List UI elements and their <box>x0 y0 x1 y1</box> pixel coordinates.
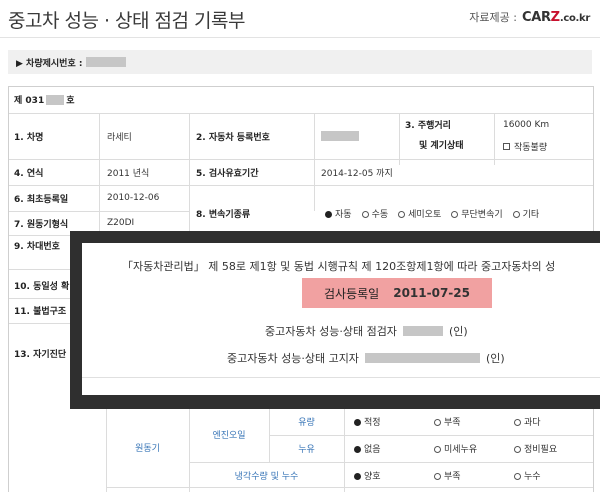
inspector-line: 중고자동차 성능·상태 점검자 (인) <box>265 323 468 339</box>
inspection-date-label: 검사등록일 <box>324 286 380 301</box>
page-title: 중고차 성능 · 상태 점검 기록부 <box>8 10 246 32</box>
radio-icon[interactable] <box>514 446 521 453</box>
radio-icon[interactable] <box>434 472 441 480</box>
vin-redacted <box>86 57 127 67</box>
notifier-line: 중고자동차 성능·상태 고지자 (인) <box>227 350 505 366</box>
oil-leak-opt-1[interactable]: 없음 <box>354 442 424 455</box>
divider <box>9 159 593 160</box>
engine-oil-label: 엔진오일 <box>212 431 246 441</box>
transmission-option-manual[interactable]: 수동 <box>361 207 388 220</box>
year-value: 2011 년식 <box>107 168 150 179</box>
record-redacted <box>46 94 65 105</box>
coolant-opt-2[interactable]: 부족 <box>434 469 504 482</box>
oil-level-opt-2[interactable]: 부족 <box>434 415 504 428</box>
illegal-structure-label: 11. 불법구조 <box>14 306 67 317</box>
transmission-option-other[interactable]: 기타 <box>512 207 539 220</box>
inspection-date-value: 2011-07-25 <box>393 286 470 300</box>
oil-leak-opt-3[interactable]: 정비필요 <box>514 442 557 455</box>
radio-icon[interactable] <box>398 210 406 218</box>
oil-level-options: 적정 부족 과다 <box>354 409 551 433</box>
mileage-label-1: 3. 주행거리 <box>405 120 451 131</box>
first-reg-label: 6. 최초등록일 <box>14 194 69 205</box>
overlay-divider <box>82 377 600 378</box>
transmission-option-cvt[interactable]: 무단변속기 <box>451 207 503 220</box>
signature-panel: 「자동차관리법」 제 58로 제1항 및 동법 시행규칙 제 120조항제1항에… <box>82 243 600 395</box>
oil-leak-options: 없음 미세누유 정비필요 <box>354 436 567 461</box>
header-divider <box>0 37 600 38</box>
radio-icon[interactable] <box>361 210 369 218</box>
record-number: 제 031 호 <box>14 94 75 106</box>
inspector-redacted <box>402 326 443 336</box>
vin-label: ▶ 차량제시번호 : <box>16 58 83 69</box>
car-name-value: 라세티 <box>107 132 132 143</box>
checkbox-icon[interactable] <box>503 142 510 150</box>
divider <box>314 113 315 211</box>
oil-leak-opt-2[interactable]: 미세누유 <box>434 442 504 455</box>
inspection-date-box: 검사등록일 2011-07-25 <box>302 278 492 308</box>
notifier-redacted <box>364 353 480 363</box>
transmission-option-semi[interactable]: 세미오토 <box>398 207 441 220</box>
reg-no-label: 2. 자동차 등록번호 <box>196 132 270 143</box>
carz-logo[interactable]: CARZ.co.kr <box>522 10 590 25</box>
malfunction-checkbox[interactable]: 작동불량 <box>503 139 547 153</box>
self-diagnosis-label: 13. 자기진단 <box>14 349 67 360</box>
oil-level-label: 유량 <box>298 417 315 428</box>
engine-section-label: 원동기 <box>135 443 160 454</box>
engine-type-label: 7. 원동기형식 <box>14 219 69 230</box>
car-name-label: 1. 차명 <box>14 132 44 143</box>
oil-level-opt-1[interactable]: 적정 <box>354 415 424 428</box>
divider <box>9 298 79 299</box>
identity-label: 10. 동일성 확 <box>14 281 70 292</box>
validity-value: 2014-12-05 까지 <box>321 168 393 179</box>
chassis-label: 9. 차대번호 <box>14 241 60 252</box>
radio-icon[interactable] <box>514 472 521 480</box>
transmission-options: 자동 수동 세미오토 무단변속기 기타 <box>325 191 549 235</box>
transmission-label: 8. 변속기종류 <box>196 209 251 220</box>
oil-leak-label: 누유 <box>298 445 315 455</box>
divider <box>344 407 345 492</box>
reg-no-redacted <box>321 131 359 141</box>
divider <box>399 113 400 165</box>
divider <box>9 113 593 114</box>
source-credit: 자료제공 : CARZ.co.kr <box>469 9 590 25</box>
reg-no-value <box>321 113 359 159</box>
radio-selected-icon[interactable] <box>354 472 361 480</box>
first-reg-value: 2010-12-06 <box>107 193 160 203</box>
mileage-value: 16000 Km <box>503 120 550 130</box>
divider <box>494 113 495 165</box>
validity-label: 5. 검사유효기간 <box>196 168 259 179</box>
oil-level-opt-3[interactable]: 과다 <box>514 415 541 428</box>
radio-selected-icon[interactable] <box>354 418 361 426</box>
coolant-opt-3[interactable]: 누수 <box>514 469 541 482</box>
radio-icon[interactable] <box>514 418 521 426</box>
radio-icon[interactable] <box>434 446 441 453</box>
radio-icon[interactable] <box>512 210 520 218</box>
mileage-label-2: 및 계기상태 <box>419 140 464 151</box>
radio-icon[interactable] <box>434 418 441 426</box>
law-text: 「자동차관리법」 제 58로 제1항 및 동법 시행규칙 제 120조항제1항에… <box>122 260 556 273</box>
coolant-options: 양호 부족 누수 <box>354 463 551 487</box>
coolant-label: 냉각수량 및 누수 <box>234 471 299 482</box>
source-label: 자료제공 : <box>469 11 517 24</box>
notifier-seal: (인) <box>485 352 505 365</box>
divider <box>9 323 79 324</box>
inspector-label: 중고자동차 성능·상태 점검자 <box>265 325 397 338</box>
signature-overlay: 「자동차관리법」 제 58로 제1항 및 동법 시행규칙 제 120조항제1항에… <box>70 231 600 409</box>
divider <box>106 487 593 488</box>
radio-icon[interactable] <box>451 210 459 218</box>
transmission-option-auto[interactable]: 자동 <box>325 207 352 220</box>
inspector-seal: (인) <box>448 325 468 338</box>
radio-selected-icon[interactable] <box>354 446 361 453</box>
radio-selected-icon[interactable] <box>325 210 332 218</box>
vin-bar: ▶ 차량제시번호 : <box>8 50 592 74</box>
coolant-opt-1[interactable]: 양호 <box>354 469 424 482</box>
notifier-label: 중고자동차 성능·상태 고지자 <box>227 352 359 365</box>
divider <box>9 185 593 186</box>
year-label: 4. 연식 <box>14 168 44 179</box>
